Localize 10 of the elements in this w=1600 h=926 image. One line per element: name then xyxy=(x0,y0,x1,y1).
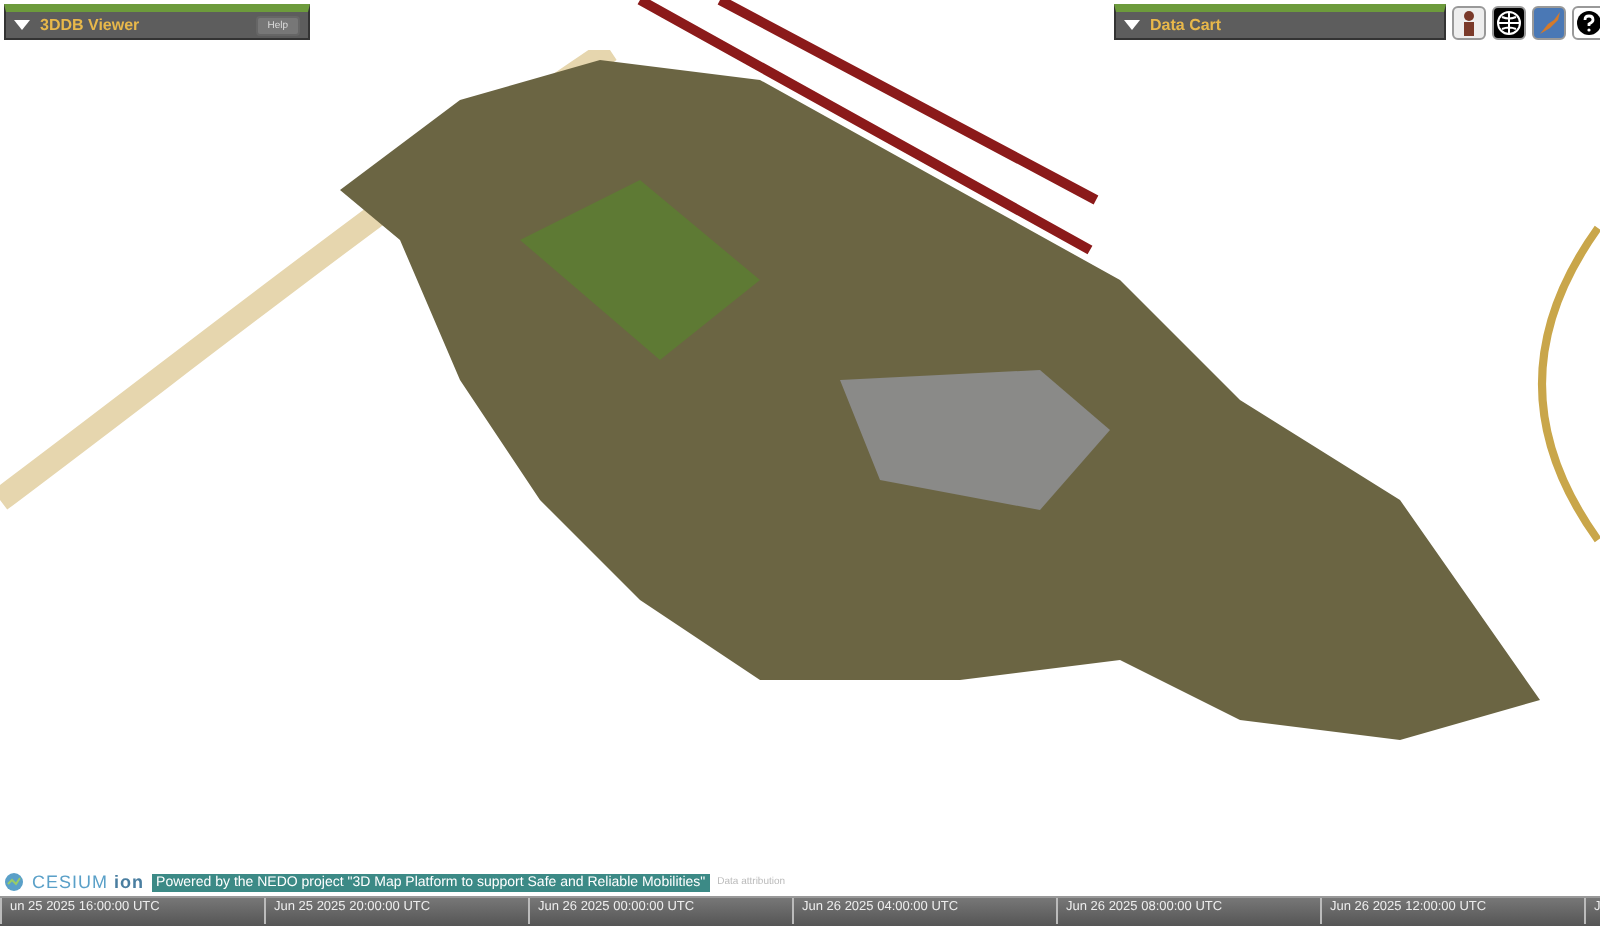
panel-title: Data Cart xyxy=(1150,16,1224,34)
map-icon[interactable] xyxy=(1532,6,1566,40)
globe-icon[interactable] xyxy=(1492,6,1526,40)
cesium-logo: CESIUM ion xyxy=(32,872,145,892)
collapse-arrow-icon[interactable] xyxy=(1124,20,1140,30)
collapse-arrow-icon[interactable] xyxy=(14,20,30,30)
figure-icon[interactable] xyxy=(1452,6,1486,40)
logo-icon xyxy=(4,872,24,892)
help-icon[interactable] xyxy=(1572,6,1600,40)
panel-title: 3DDB Viewer xyxy=(40,16,142,34)
